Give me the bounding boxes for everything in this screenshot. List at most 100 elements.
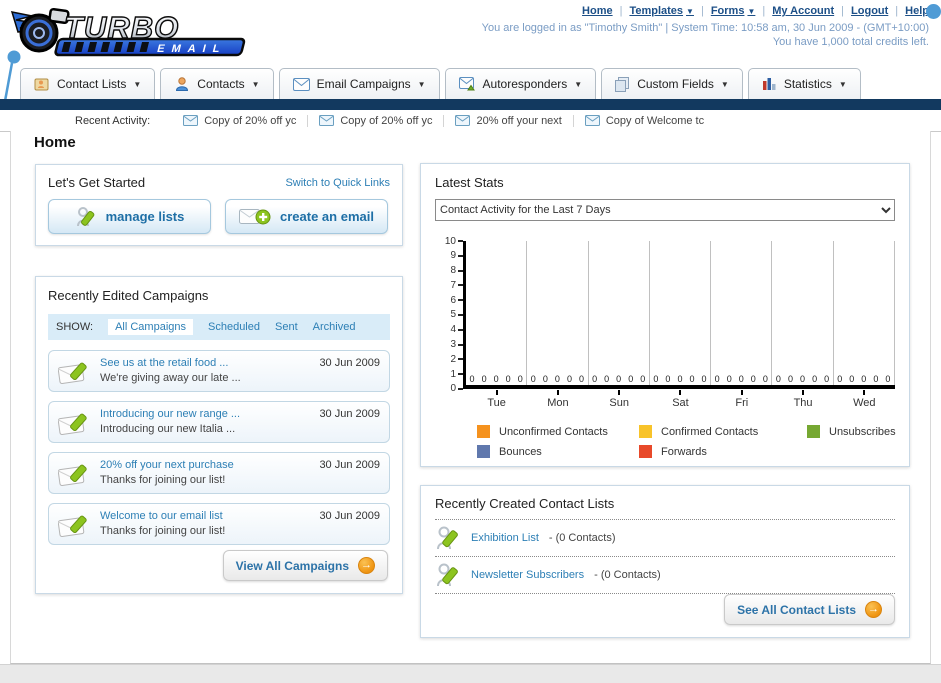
x-tick-label: Sat (650, 390, 711, 409)
data-label: 0 (616, 374, 622, 384)
legend-item: Confirmed Contacts (639, 425, 807, 438)
edit-email-icon (58, 464, 87, 486)
chart-y-axis: 10 9 8 7 6 5 4 3 2 1 0 (435, 236, 463, 394)
logo-subtitle-text: EMAIL (156, 43, 228, 55)
tab-contact-lists[interactable]: Contact Lists ▼ (20, 68, 156, 99)
data-label: 0 (505, 374, 511, 384)
get-started-panel: Let's Get Started Switch to Quick Links … (35, 164, 403, 246)
header-links: Home | Templates ▼ | Forms ▼ | My Account … (582, 5, 929, 17)
header-link-logout[interactable]: Logout (851, 5, 888, 17)
x-tick-label: Mon (527, 390, 588, 409)
campaign-subtitle: Thanks for joining our list! (100, 525, 226, 537)
campaign-title-link[interactable]: Introducing our new range ... (100, 407, 309, 422)
filter-archived[interactable]: Archived (313, 321, 356, 333)
arrow-right-icon: → (358, 557, 375, 574)
x-tick-label: Tue (466, 390, 527, 409)
chevron-down-icon: ▼ (251, 79, 260, 89)
chart-day-group: 00000 (772, 241, 834, 385)
recent-activity-item[interactable]: Copy of 20% off yc (172, 114, 309, 127)
create-email-icon (239, 208, 271, 224)
campaign-row[interactable]: See us at the retail food ... We're givi… (48, 350, 390, 392)
data-label: 0 (849, 374, 855, 384)
switch-quick-links-link[interactable]: Switch to Quick Links (285, 177, 390, 189)
email-icon (584, 115, 600, 126)
separator: | (700, 5, 704, 17)
contacts-icon (176, 77, 189, 91)
data-label: 0 (750, 374, 756, 384)
data-label: 0 (517, 374, 523, 384)
data-label: 0 (566, 374, 572, 384)
recent-activity-item[interactable]: Copy of Welcome tc (574, 115, 715, 127)
header-link-home[interactable]: Home (582, 5, 613, 17)
contact-lists-icon (34, 78, 49, 91)
campaign-title-link[interactable]: Welcome to our email list (100, 509, 309, 524)
filter-sent[interactable]: Sent (275, 321, 298, 333)
data-label: 0 (738, 374, 744, 384)
campaign-row[interactable]: 20% off your next purchase Thanks for jo… (48, 452, 390, 494)
separator: | (762, 5, 766, 17)
campaign-row[interactable]: Introducing our new range ... Introducin… (48, 401, 390, 443)
campaign-subtitle: We're giving away our late ... (100, 372, 241, 384)
campaign-row[interactable]: Welcome to our email list Thanks for joi… (48, 503, 390, 545)
legend-label: Bounces (499, 445, 542, 458)
legend-label: Unconfirmed Contacts (499, 425, 608, 438)
data-label: 0 (689, 374, 695, 384)
header-link-forms[interactable]: Forms ▼ (711, 5, 756, 17)
campaign-date: 30 Jun 2009 (319, 408, 380, 420)
email-icon (455, 115, 471, 126)
view-all-campaigns-button[interactable]: View All Campaigns → (222, 550, 388, 581)
see-all-contact-lists-button[interactable]: See All Contact Lists → (724, 594, 895, 625)
filter-scheduled[interactable]: Scheduled (208, 321, 260, 333)
statistics-icon (762, 78, 776, 90)
login-status-text: You are logged in as "Timothy Smith" | S… (481, 22, 929, 34)
legend-item: Unconfirmed Contacts (477, 425, 639, 438)
arrow-right-icon: → (865, 601, 882, 618)
data-label: 0 (530, 374, 536, 384)
recent-activity-item[interactable]: 20% off your next (444, 114, 574, 127)
chart-plot-area: 00000000000000000000000000000000000 (463, 241, 895, 389)
legend-item: Bounces (477, 445, 639, 458)
recently-edited-campaigns-panel: Recently Edited Campaigns SHOW: All Camp… (35, 276, 403, 594)
filter-all-campaigns[interactable]: All Campaigns (108, 319, 193, 335)
data-label: 0 (542, 374, 548, 384)
data-label: 0 (800, 374, 806, 384)
manage-lists-button[interactable]: manage lists (48, 199, 211, 234)
x-tick-label: Thu (772, 390, 833, 409)
recent-activity-item[interactable]: Copy of 20% off yc (308, 114, 445, 127)
contact-list-count: - (0 Contacts) (548, 532, 616, 544)
data-label: 0 (578, 374, 584, 384)
header-link-templates[interactable]: Templates ▼ (629, 5, 694, 17)
data-label: 0 (554, 374, 560, 384)
campaign-title-link[interactable]: See us at the retail food ... (100, 356, 309, 371)
tab-contacts[interactable]: Contacts ▼ (160, 68, 274, 99)
get-started-title: Let's Get Started (48, 175, 146, 190)
contact-list-link[interactable]: Newsletter Subscribers (471, 569, 584, 581)
contact-list-row[interactable]: Newsletter Subscribers - (0 Contacts) (435, 557, 895, 594)
campaign-title-link[interactable]: 20% off your next purchase (100, 458, 309, 473)
tab-autoresponders[interactable]: Autoresponders ▼ (444, 68, 597, 99)
tab-statistics[interactable]: Statistics ▼ (747, 68, 861, 99)
tab-custom-fields[interactable]: Custom Fields ▼ (601, 68, 743, 99)
email-icon (183, 115, 199, 126)
legend-label: Confirmed Contacts (661, 425, 759, 438)
page-title: Home (34, 134, 76, 151)
edit-email-icon (58, 413, 87, 435)
manage-lists-icon (76, 206, 94, 226)
contact-list-row[interactable]: Exhibition List - (0 Contacts) (435, 520, 895, 557)
data-label: 0 (481, 374, 487, 384)
page-footer (0, 664, 941, 683)
header-link-my-account[interactable]: My Account (772, 5, 834, 17)
legend-swatch (477, 445, 490, 458)
separator: | (619, 5, 623, 17)
contact-lists-panel-title: Recently Created Contact Lists (435, 496, 895, 520)
stats-period-select[interactable]: Contact Activity for the Last 7 Days (435, 199, 895, 221)
data-label: 0 (714, 374, 720, 384)
legend-swatch (639, 445, 652, 458)
chart-day-group: 00000 (834, 241, 895, 385)
chevron-down-icon: ▼ (133, 79, 142, 89)
edit-email-icon (58, 362, 87, 384)
chevron-down-icon: ▼ (838, 79, 847, 89)
contact-list-link[interactable]: Exhibition List (471, 532, 539, 544)
create-email-button[interactable]: create an email (225, 199, 388, 234)
tab-email-campaigns[interactable]: Email Campaigns ▼ (278, 68, 440, 99)
